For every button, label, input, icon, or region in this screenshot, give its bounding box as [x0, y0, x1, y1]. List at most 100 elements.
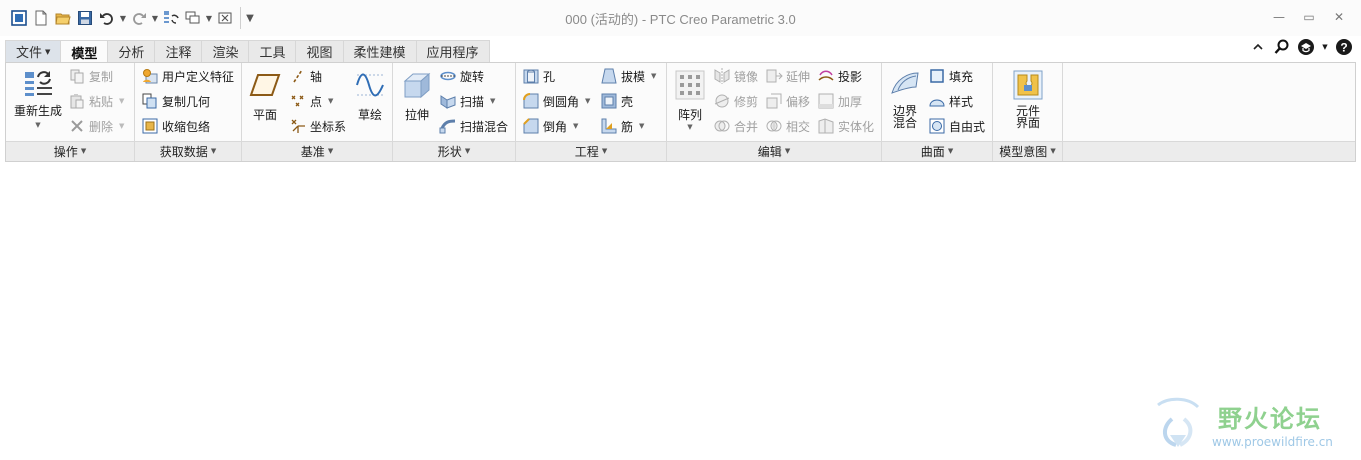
- group-datum: 平面 轴 点 ▼ 坐标系 草绘 基准 ▼: [242, 63, 393, 161]
- offset-icon: [765, 92, 783, 110]
- style-button[interactable]: 样式: [928, 90, 973, 112]
- component-interface-button[interactable]: 元件 界面: [1010, 69, 1046, 129]
- tab-view[interactable]: 视图: [295, 40, 344, 62]
- watermark-url: www.proewildfire.cn: [1212, 435, 1333, 449]
- component-interface-label-line2: 界面: [1015, 116, 1040, 130]
- chevron-down-icon[interactable]: ▼: [573, 122, 578, 130]
- csys-button[interactable]: 坐标系: [289, 115, 346, 137]
- chevron-down-icon[interactable]: ▼: [490, 97, 495, 105]
- extrude-label: 拉伸: [404, 108, 429, 122]
- tab-annotate[interactable]: 注释: [154, 40, 203, 62]
- tab-analysis[interactable]: 分析: [107, 40, 156, 62]
- delete-button[interactable]: 删除 ▼: [68, 115, 124, 137]
- rib-button[interactable]: 筋 ▼: [600, 115, 644, 137]
- chevron-down-icon[interactable]: ▼: [585, 97, 590, 105]
- plane-icon: [249, 69, 281, 101]
- udf-label: 用户定义特征: [162, 69, 235, 84]
- group-title-editing[interactable]: 编辑 ▼: [667, 141, 881, 161]
- window-controls: — ▭ ✕: [1267, 8, 1351, 26]
- extend-button[interactable]: 延伸: [765, 65, 810, 87]
- chamfer-button[interactable]: 倒角 ▼: [522, 115, 578, 137]
- group-title-surfaces[interactable]: 曲面 ▼: [882, 141, 992, 161]
- revolve-button[interactable]: 旋转: [439, 65, 484, 87]
- tab-render[interactable]: 渲染: [201, 40, 250, 62]
- intersect-icon: [765, 117, 783, 135]
- group-title-operations[interactable]: 操作 ▼: [6, 141, 134, 161]
- extrude-button[interactable]: 拉伸: [399, 69, 435, 121]
- close-icon[interactable]: ✕: [1327, 8, 1351, 26]
- group-title-get-data[interactable]: 获取数据 ▼: [135, 141, 241, 161]
- learning-dropdown-icon[interactable]: ▼: [1321, 38, 1329, 56]
- draft-button[interactable]: 拔模 ▼: [600, 65, 656, 87]
- trim-button[interactable]: 修剪: [713, 90, 758, 112]
- merge-button[interactable]: 合并: [713, 115, 758, 137]
- help-toolbar: ▼ ?: [1249, 38, 1353, 56]
- freestyle-button[interactable]: 自由式: [928, 115, 985, 137]
- group-title-model-intent[interactable]: 模型意图 ▼: [993, 141, 1062, 161]
- shell-button[interactable]: 壳: [600, 90, 633, 112]
- tab-file[interactable]: 文件 ▼: [5, 40, 62, 62]
- point-label: 点: [310, 94, 323, 109]
- chevron-down-icon: ▼: [45, 47, 51, 56]
- sketch-icon: [354, 69, 386, 101]
- project-button[interactable]: 投影: [817, 65, 862, 87]
- intersect-button[interactable]: 相交: [765, 115, 810, 137]
- plane-button[interactable]: 平面: [248, 69, 282, 121]
- tab-model[interactable]: 模型: [60, 40, 109, 63]
- pattern-label: 阵列: [677, 108, 702, 122]
- group-title-shapes[interactable]: 形状 ▼: [393, 141, 515, 161]
- chevron-down-icon[interactable]: ▼: [119, 122, 124, 130]
- chevron-down-icon[interactable]: ▼: [639, 122, 644, 130]
- chevron-down-icon[interactable]: ▼: [328, 97, 333, 105]
- copy-icon: [68, 67, 86, 85]
- chevron-down-icon[interactable]: ▼: [651, 72, 656, 80]
- style-label: 样式: [949, 94, 974, 109]
- swept-blend-label: 扫描混合: [460, 119, 509, 134]
- pattern-icon: [674, 69, 706, 101]
- draft-icon: [600, 67, 618, 85]
- collapse-ribbon-icon[interactable]: [1249, 38, 1267, 56]
- thicken-button[interactable]: 加厚: [817, 90, 862, 112]
- chevron-down-icon: ▼: [601, 147, 608, 155]
- group-title-datum[interactable]: 基准 ▼: [242, 141, 392, 161]
- hole-button[interactable]: 孔: [522, 65, 555, 87]
- sketch-button[interactable]: 草绘: [353, 69, 387, 121]
- pattern-button[interactable]: 阵列 ▼: [671, 69, 709, 131]
- udf-button[interactable]: 用户定义特征: [141, 65, 234, 87]
- point-button[interactable]: 点 ▼: [289, 90, 333, 112]
- trim-label: 修剪: [734, 94, 759, 109]
- regenerate-button[interactable]: 重新生成 ▼: [12, 69, 64, 129]
- tab-applications[interactable]: 应用程序: [415, 40, 490, 62]
- paste-icon: [68, 92, 86, 110]
- swept-blend-button[interactable]: 扫描混合: [439, 115, 508, 137]
- shrinkwrap-button[interactable]: 收缩包络: [141, 115, 210, 137]
- group-model-intent: 元件 界面 模型意图 ▼: [993, 63, 1063, 161]
- offset-button[interactable]: 偏移: [765, 90, 810, 112]
- maximize-icon[interactable]: ▭: [1297, 8, 1321, 26]
- hole-label: 孔: [543, 69, 556, 84]
- learning-connector-icon[interactable]: [1297, 38, 1315, 56]
- tab-flexible-modeling[interactable]: 柔性建模: [342, 40, 417, 62]
- round-button[interactable]: 倒圆角 ▼: [522, 90, 590, 112]
- paste-button[interactable]: 粘贴 ▼: [68, 90, 124, 112]
- copy-button[interactable]: 复制: [68, 65, 113, 87]
- fill-button[interactable]: 填充: [928, 65, 973, 87]
- chevron-down-icon: ▼: [1050, 147, 1056, 155]
- group-label: 曲面: [920, 144, 945, 159]
- window-title: 000 (活动的) - PTC Creo Parametric 3.0: [565, 12, 796, 27]
- watermark-logo: [1157, 397, 1200, 447]
- tab-tools[interactable]: 工具: [248, 40, 297, 62]
- group-title-engineering[interactable]: 工程 ▼: [516, 141, 666, 161]
- axis-button[interactable]: 轴: [289, 65, 322, 87]
- search-icon[interactable]: [1273, 38, 1291, 56]
- help-icon[interactable]: ?: [1335, 38, 1353, 56]
- minimize-icon[interactable]: —: [1267, 8, 1291, 26]
- copy-geometry-button[interactable]: 复制几何: [141, 90, 210, 112]
- project-label: 投影: [838, 69, 863, 84]
- solidify-button[interactable]: 实体化: [817, 115, 874, 137]
- chevron-down-icon[interactable]: ▼: [119, 97, 124, 105]
- boundary-blend-button[interactable]: 边界 混合: [886, 69, 924, 129]
- mirror-button[interactable]: 镜像: [713, 65, 758, 87]
- sweep-button[interactable]: 扫描 ▼: [439, 90, 495, 112]
- revolve-icon: [439, 67, 457, 85]
